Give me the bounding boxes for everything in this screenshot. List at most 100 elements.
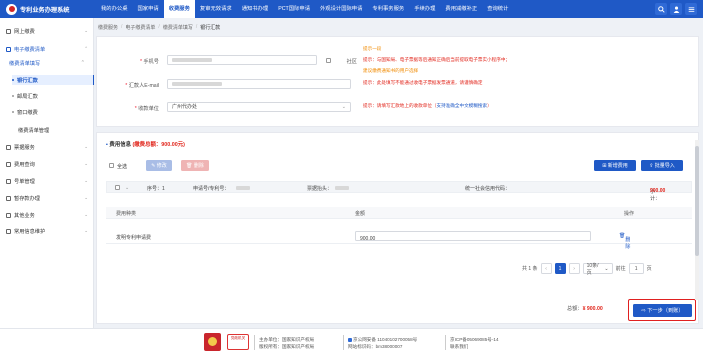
chevron-down-icon: ⌄ [84, 212, 88, 217]
nav-item-notice[interactable]: 通知书办理 [237, 0, 274, 18]
nav-item-desk[interactable]: 我的办公桌 [96, 0, 133, 18]
bullet-icon [12, 95, 14, 97]
edit-button[interactable]: ✎ 修改 [146, 160, 172, 171]
search-icon[interactable] [655, 3, 667, 15]
breadcrumb-item[interactable]: 电子缴费清单 [125, 24, 155, 31]
row-delete-link[interactable]: 🗑 删除 [619, 233, 630, 250]
delete-button[interactable]: 🗑 删除 [181, 160, 209, 171]
group-checkbox[interactable] [115, 185, 120, 190]
settings-icon [6, 228, 11, 234]
breadcrumb: 缴费服务 / 电子缴费清单 / 缴费清单填写 / 银行汇款 [98, 21, 220, 33]
sidebar-item-bank-transfer[interactable]: 银行汇款 [12, 75, 94, 85]
sidebar-item-number-mgmt[interactable]: 号单管理 ⌄ [0, 176, 94, 186]
sidebar-item-temp-deposit[interactable]: 暂存款办理 ⌄ [0, 193, 94, 203]
nav-item-design-intl[interactable]: 外观设计国际申请 [315, 0, 367, 18]
breadcrumb-separator: / [195, 24, 198, 30]
chevron-down-icon[interactable]: ⌄ [125, 185, 129, 191]
tip-1: 提示一段 [363, 46, 382, 51]
sidebar-item-fee-query[interactable]: 费用查询 ⌄ [0, 159, 94, 169]
nav-item-affairs[interactable]: 专利事务服务 [367, 0, 409, 18]
fee-table-header: 费用种类 金额 操作 [106, 207, 692, 219]
fee-type-cell: 发明专利申请费 [116, 235, 152, 241]
sidebar-item-manage-list[interactable]: 缴费清单管理 [18, 125, 100, 135]
deposit-icon [6, 195, 11, 201]
page-size-select[interactable]: 10条/页 ⌄ [582, 263, 613, 276]
breadcrumb-item[interactable]: 缴费清单填写 [163, 24, 193, 31]
next-icon: ⇨ [641, 307, 646, 314]
breadcrumb-separator: / [121, 24, 123, 30]
chevron-down-icon: ⌄ [84, 161, 88, 166]
goto-label: 前往 [615, 266, 626, 272]
amount-input[interactable]: 900.00 [355, 231, 591, 242]
chevron-down-icon: ⌄ [84, 195, 88, 200]
sidebar-item-e-fee-list[interactable]: 电子缴费清单 ⌃ [0, 44, 94, 54]
query-icon [6, 161, 11, 167]
invoice-title-label: 票据抬头： [307, 186, 333, 192]
edit-icon: ✎ [151, 162, 156, 169]
sidebar-item-info-maintain[interactable]: 常用信息维护 ⌄ [0, 226, 94, 236]
select-all-checkbox[interactable] [109, 163, 114, 168]
sidebar-item-bills[interactable]: 票据服务 ⌄ [0, 142, 94, 152]
sidebar-item-other[interactable]: 其他业务 ⌄ [0, 210, 94, 220]
sidebar: 网上缴费 ⌄ 电子缴费清单 ⌃ 缴费清单填写 ⌃ 银行汇款 邮局汇款 窗口缴费 … [0, 18, 94, 328]
tip-5-link[interactable]: 支持准确全中文模糊搜索 [437, 103, 488, 108]
prev-page-icon[interactable]: ‹ [540, 263, 552, 274]
nav-item-fee-service[interactable]: 收费服务 [163, 0, 195, 18]
national-emblem-icon [204, 333, 221, 351]
menu-icon[interactable] [685, 3, 697, 15]
other-icon [6, 212, 11, 218]
next-page-icon[interactable]: › [568, 263, 580, 274]
unit-label: * 收款单位 [134, 106, 159, 112]
batch-import-button[interactable]: ⇪ 批量导入 [641, 160, 683, 171]
fee-info-card: ▪ 费用信息 (缴费总额：900.00元) 全选 ✎ 修改 🗑 删除 ⊞ 新增费… [96, 132, 699, 324]
online-pay-icon [6, 28, 11, 34]
nav-item-query[interactable]: 查询统计 [482, 0, 513, 18]
next-step-highlight: ⇨ 下一步（到账） [628, 299, 696, 321]
footer-icp[interactable]: 京ICP备05069085号-14 联系我们 [450, 336, 499, 350]
community-label: 社区 [346, 59, 357, 65]
bullet-icon [12, 111, 14, 113]
tip-5: 提示：请填写汇款地上的收款单位（支持准确全中文模糊搜索） [363, 103, 492, 108]
next-step-button[interactable]: ⇨ 下一步（到账） [633, 304, 692, 317]
sidebar-item-fill-list[interactable]: 缴费清单填写 ⌃ [9, 58, 91, 68]
chevron-down-icon: ⌄ [604, 265, 609, 272]
phone-label: * 手机号 [139, 59, 159, 65]
col-action: 操作 [624, 211, 635, 217]
add-fee-button[interactable]: ⊞ 新增费用 [594, 160, 636, 171]
page-number[interactable]: 1 [554, 263, 566, 274]
col-fee-type: 费用种类 [116, 211, 137, 217]
unit-select[interactable]: 广州代办处 ⌄ [167, 102, 351, 112]
nav-item-reexam[interactable]: 复审无效请求 [195, 0, 237, 18]
sidebar-item-post-transfer[interactable]: 邮局汇款 [12, 91, 94, 101]
police-badge-icon [348, 337, 352, 342]
footer-police[interactable]: 京公网安备 11040102700058号 网站标识码：bm38000007 [348, 336, 417, 350]
goto-page-input[interactable]: 1 [628, 263, 644, 274]
sidebar-item-window-pay[interactable]: 窗口缴费 [12, 107, 94, 117]
breadcrumb-current: 银行汇款 [200, 24, 221, 31]
credit-code-label: 统一社会信用代码： [465, 186, 511, 192]
footer: 党政机关 主办单位：国家知识产权局 版权所有：国家知识产权局 京公网安备 110… [0, 328, 703, 355]
email-input[interactable] [167, 79, 351, 89]
nav-item-domestic[interactable]: 国家申请 [133, 0, 164, 18]
chevron-down-icon: ⌄ [341, 104, 346, 110]
tip-4: 提示：此处填写不能通过收电子票据发票通道，请谨慎确定 [363, 80, 483, 85]
chevron-down-icon: ⌄ [84, 178, 88, 183]
col-amount: 金额 [355, 211, 366, 217]
gov-badge[interactable]: 党政机关 [227, 334, 249, 350]
redacted-value [172, 57, 212, 62]
user-icon[interactable] [670, 3, 682, 15]
brand[interactable]: 专利业务办理系统 [0, 3, 96, 15]
fee-group-header: ⌄ 序号：1 申请号/专利号： 票据抬头： 统一社会信用代码： 小计： 900.0… [106, 181, 692, 202]
sidebar-item-online-pay[interactable]: 网上缴费 ⌄ [0, 26, 94, 36]
fee-section-title: ▪ 费用信息 (缴费总额：900.00元) [106, 142, 185, 148]
tip-3: 建议缴费通知书的用户选择 [363, 68, 419, 73]
breadcrumb-separator: / [158, 24, 160, 30]
nav-item-fee-reduction[interactable]: 费用减缴补正 [440, 0, 482, 18]
nav-item-pct[interactable]: PCT国际申请 [273, 0, 315, 18]
scrollbar[interactable] [695, 140, 699, 300]
page-unit: 页 [646, 266, 652, 272]
chevron-up-icon: ⌃ [84, 46, 88, 51]
nav-item-procedures[interactable]: 手续办理 [409, 0, 440, 18]
breadcrumb-item[interactable]: 缴费服务 [98, 24, 118, 31]
grand-total: 总额：¥ 900.00 [567, 306, 603, 312]
